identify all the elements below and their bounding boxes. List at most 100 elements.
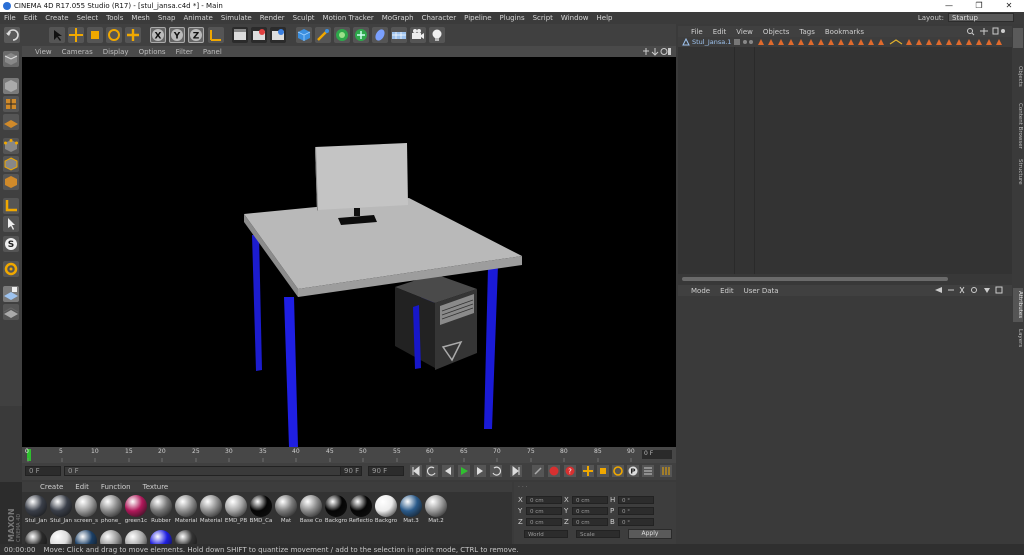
minimize-button[interactable]: — — [934, 0, 964, 12]
viewport-nav-icons[interactable] — [642, 47, 672, 56]
rotate-tool-icon[interactable] — [106, 27, 122, 43]
restore-button[interactable]: ❐ — [964, 0, 994, 12]
start-frame-field[interactable]: 0 F — [25, 466, 61, 476]
viewport-menu-view[interactable]: View — [30, 48, 57, 56]
close-button[interactable]: ✕ — [994, 0, 1024, 12]
world-dropdown[interactable]: World — [524, 530, 568, 538]
material-menu-create[interactable]: Create — [34, 483, 69, 491]
visibility-dots-icon[interactable] — [734, 38, 756, 48]
3d-viewport[interactable] — [22, 57, 676, 447]
render-view-icon[interactable] — [232, 27, 248, 43]
menu-render[interactable]: Render — [256, 14, 289, 22]
menu-tools[interactable]: Tools — [102, 14, 127, 22]
render-picture-viewer-icon[interactable] — [251, 27, 267, 43]
material-swatch[interactable]: Backgro — [374, 494, 398, 524]
object-menu-tags[interactable]: Tags — [794, 28, 820, 36]
attribute-menu-edit[interactable]: Edit — [715, 287, 739, 295]
material-swatch[interactable]: BMD_Ca — [249, 494, 273, 524]
material-menu-texture[interactable]: Texture — [137, 483, 175, 491]
menu-animate[interactable]: Animate — [179, 14, 216, 22]
layout-dropdown[interactable]: Startup — [948, 13, 1014, 22]
object-menu-view[interactable]: View — [731, 28, 758, 36]
y-axis-icon[interactable]: Y — [169, 27, 185, 43]
object-menu-file[interactable]: File — [686, 28, 708, 36]
object-name[interactable]: Stul_Jansa.1 — [692, 38, 731, 46]
select-arrow-icon[interactable] — [49, 27, 65, 43]
points-mode-icon[interactable] — [3, 138, 19, 154]
playback-buttons[interactable] — [410, 465, 526, 477]
tab-structure[interactable]: Structure — [1013, 154, 1023, 190]
material-swatch[interactable]: Backgro — [324, 494, 348, 524]
max-frame-field[interactable]: 90 F — [368, 466, 404, 476]
menu-character[interactable]: Character — [418, 14, 461, 22]
key-type-buttons[interactable]: P — [582, 465, 674, 477]
material-swatch[interactable]: screen_s — [74, 494, 98, 524]
tab-attributes[interactable]: Attributes — [1013, 288, 1023, 322]
material-swatch[interactable]: Material — [174, 494, 198, 524]
scale-dropdown[interactable]: Scale — [576, 530, 620, 538]
camera-object-icon[interactable] — [410, 27, 426, 43]
subdivision-surface-icon[interactable] — [334, 27, 350, 43]
end-frame-field[interactable]: 90 F — [340, 466, 362, 476]
menu-pipeline[interactable]: Pipeline — [460, 14, 495, 22]
workplane-icon[interactable] — [3, 114, 19, 130]
menu-motion-tracker[interactable]: Motion Tracker — [319, 14, 378, 22]
attribute-menu-mode[interactable]: Mode — [686, 287, 715, 295]
tab-layers[interactable]: Layers — [1013, 326, 1023, 350]
size-y-field[interactable]: 0 cm — [572, 506, 608, 515]
snapping-icon[interactable]: S — [3, 236, 19, 252]
apply-button[interactable]: Apply — [628, 529, 672, 539]
menu-window[interactable]: Window — [557, 14, 593, 22]
menu-mograph[interactable]: MoGraph — [378, 14, 418, 22]
material-swatch[interactable]: Mat.2 — [424, 494, 448, 524]
timeline-ruler[interactable]: 0 5 10 15 20 25 30 35 40 45 50 55 60 65 … — [22, 447, 676, 463]
deformer-icon[interactable] — [372, 27, 388, 43]
pos-z-field[interactable]: 0 cm — [526, 517, 562, 526]
material-swatch[interactable]: green1c — [124, 494, 148, 524]
menu-simulate[interactable]: Simulate — [217, 14, 256, 22]
polygons-mode-icon[interactable] — [3, 174, 19, 190]
undo-icon[interactable] — [4, 27, 20, 43]
size-x-field[interactable]: 0 cm — [572, 495, 608, 504]
pos-x-field[interactable]: 0 cm — [526, 495, 562, 504]
move-tool-icon[interactable] — [68, 27, 84, 43]
panel-icon-top[interactable] — [1013, 28, 1023, 48]
material-swatch[interactable]: Stul_Jan — [49, 494, 73, 524]
cloner-icon[interactable] — [353, 27, 369, 43]
material-swatch[interactable]: Mat.3 — [399, 494, 423, 524]
menu-sculpt[interactable]: Sculpt — [289, 14, 319, 22]
rot-h-field[interactable]: 0 ° — [618, 495, 654, 504]
rot-p-field[interactable]: 0 ° — [618, 506, 654, 515]
tab-objects[interactable]: Objects — [1013, 56, 1023, 96]
object-menu-edit[interactable]: Edit — [708, 28, 732, 36]
floor-object-icon[interactable] — [391, 27, 407, 43]
edges-mode-icon[interactable] — [3, 156, 19, 172]
rot-b-field[interactable]: 0 ° — [618, 517, 654, 526]
light-object-icon[interactable] — [429, 27, 445, 43]
coordinate-system-icon[interactable] — [208, 27, 224, 43]
texture-mode-icon[interactable] — [3, 96, 19, 112]
viewport-menu-panel[interactable]: Panel — [198, 48, 227, 56]
viewport-menu-filter[interactable]: Filter — [171, 48, 198, 56]
object-row[interactable]: Stul_Jansa.1 — [678, 37, 1012, 47]
model-mode-icon[interactable] — [3, 78, 19, 94]
menu-plugins[interactable]: Plugins — [496, 14, 529, 22]
pos-y-field[interactable]: 0 cm — [526, 506, 562, 515]
material-swatch[interactable]: Reflectio — [349, 494, 373, 524]
tab-content-browser[interactable]: Content Browser — [1013, 100, 1023, 152]
object-manager-scrollbar[interactable] — [678, 274, 1012, 285]
planar-workplane-icon[interactable] — [3, 304, 19, 320]
locked-workplane-icon[interactable] — [3, 286, 19, 302]
material-swatch[interactable]: Stul_Jan — [24, 494, 48, 524]
menu-select[interactable]: Select — [73, 14, 103, 22]
menu-create[interactable]: Create — [41, 14, 72, 22]
add-object-icon[interactable] — [125, 27, 141, 43]
z-axis-icon[interactable]: Z — [188, 27, 204, 43]
cube-object-icon[interactable] — [296, 27, 312, 43]
menu-help[interactable]: Help — [593, 14, 617, 22]
object-menu-objects[interactable]: Objects — [758, 28, 794, 36]
attribute-menu-user-data[interactable]: User Data — [739, 287, 784, 295]
size-z-field[interactable]: 0 cm — [572, 517, 608, 526]
object-menu-bookmarks[interactable]: Bookmarks — [820, 28, 869, 36]
viewport-menu-cameras[interactable]: Cameras — [57, 48, 98, 56]
